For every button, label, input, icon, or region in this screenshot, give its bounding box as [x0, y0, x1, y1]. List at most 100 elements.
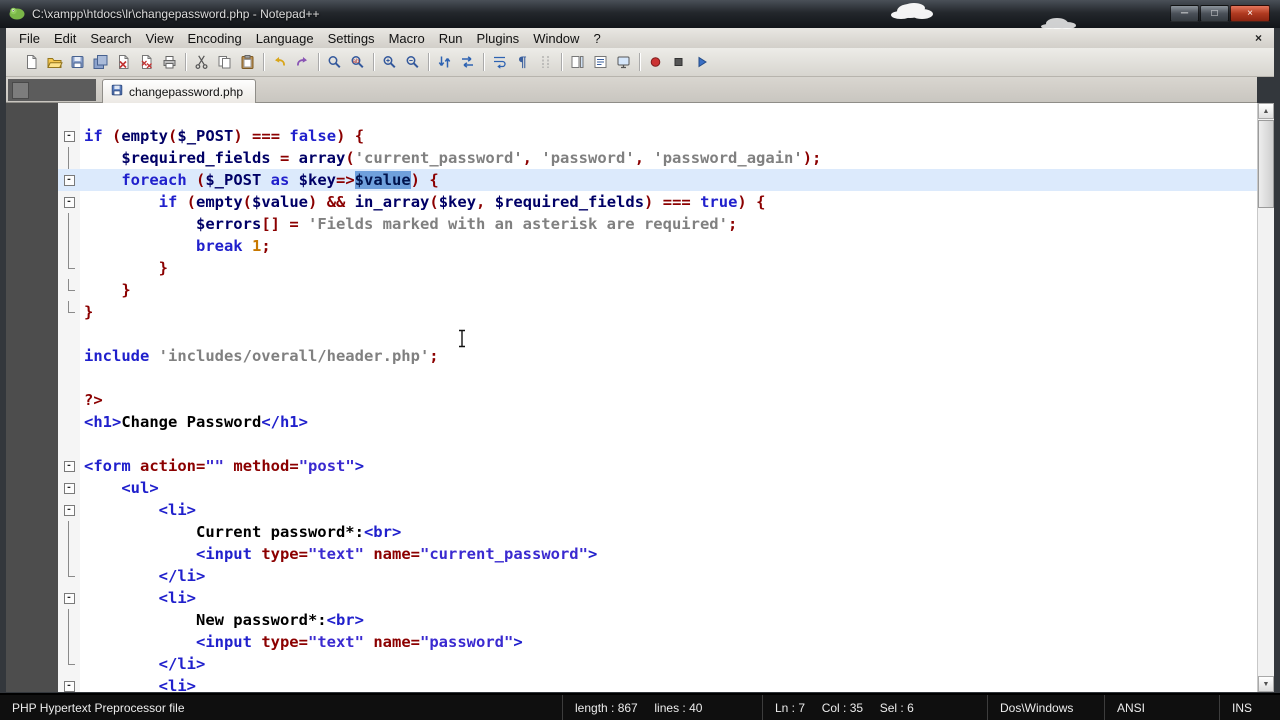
- menu-edit[interactable]: Edit: [47, 30, 83, 47]
- replace-icon[interactable]: ab: [347, 52, 368, 72]
- print-icon[interactable]: [159, 52, 180, 72]
- code-line-8[interactable]: }: [6, 279, 1257, 301]
- menu-help[interactable]: ?: [586, 30, 607, 47]
- save-all-icon[interactable]: [90, 52, 111, 72]
- fold-guide: [58, 147, 80, 169]
- fold-guide: [58, 235, 80, 257]
- indent-guide-icon[interactable]: [535, 52, 556, 72]
- show-all-chars-icon[interactable]: ¶: [512, 52, 533, 72]
- fold-toggle-icon[interactable]: -: [58, 477, 80, 499]
- code-line-7[interactable]: }: [6, 257, 1257, 279]
- status-encoding[interactable]: ANSI: [1104, 695, 1219, 720]
- fold-toggle-icon[interactable]: -: [58, 587, 80, 609]
- code-line-3[interactable]: - foreach ($_POST as $key=>$value) {: [6, 169, 1257, 191]
- tab-changepassword[interactable]: changepassword.php: [102, 79, 257, 103]
- cut-icon[interactable]: [191, 52, 212, 72]
- open-file-icon[interactable]: [44, 52, 65, 72]
- fold-guide: [58, 631, 80, 653]
- menu-run[interactable]: Run: [432, 30, 470, 47]
- code-line-4[interactable]: - if (empty($value) && in_array($key, $r…: [6, 191, 1257, 213]
- code-line-1[interactable]: - if (empty($_POST) === false) {: [6, 125, 1257, 147]
- fold-toggle-icon[interactable]: -: [58, 499, 80, 521]
- fold-toggle-icon[interactable]: -: [58, 169, 80, 191]
- menu-encoding[interactable]: Encoding: [181, 30, 249, 47]
- code-line-9[interactable]: }: [6, 301, 1257, 323]
- code-line-21[interactable]: </li>: [6, 565, 1257, 587]
- code-line-26[interactable]: - <li>: [6, 675, 1257, 692]
- code-line-10[interactable]: [6, 323, 1257, 345]
- status-insert-mode[interactable]: INS: [1219, 695, 1280, 720]
- close-icon[interactable]: [113, 52, 134, 72]
- code-line-22[interactable]: - <li>: [6, 587, 1257, 609]
- menu-file[interactable]: File: [12, 30, 47, 47]
- scrollbar-thumb[interactable]: [1258, 120, 1274, 208]
- paste-icon[interactable]: [237, 52, 258, 72]
- scroll-up-icon[interactable]: ▲: [1258, 103, 1274, 119]
- menu-settings[interactable]: Settings: [321, 30, 382, 47]
- code-line-18[interactable]: - <li>: [6, 499, 1257, 521]
- maximize-button[interactable]: □: [1200, 5, 1229, 22]
- status-cursor-position[interactable]: Ln : 7 Col : 35 Sel : 6: [762, 695, 987, 720]
- fold-guide: [58, 653, 80, 675]
- fold-guide: [58, 345, 80, 367]
- fold-toggle-icon[interactable]: -: [58, 125, 80, 147]
- code-line-17[interactable]: - <ul>: [6, 477, 1257, 499]
- code-line-14[interactable]: <h1>Change Password</h1>: [6, 411, 1257, 433]
- code-line-23[interactable]: New password*:<br>: [6, 609, 1257, 631]
- play-macro-icon[interactable]: [691, 52, 712, 72]
- code-line-6[interactable]: break 1;: [6, 235, 1257, 257]
- zoom-in-icon[interactable]: [379, 52, 400, 72]
- redo-icon[interactable]: [292, 52, 313, 72]
- function-list-icon[interactable]: [590, 52, 611, 72]
- close-document-icon[interactable]: ×: [1251, 31, 1266, 45]
- doc-map-icon[interactable]: [567, 52, 588, 72]
- code-line-13[interactable]: ?>: [6, 389, 1257, 411]
- toolbar-separator: [639, 53, 640, 71]
- editor[interactable]: - if (empty($_POST) === false) { $require…: [6, 103, 1257, 692]
- close-all-icon[interactable]: [136, 52, 157, 72]
- fold-toggle-icon[interactable]: -: [58, 191, 80, 213]
- word-wrap-icon[interactable]: [489, 52, 510, 72]
- close-button[interactable]: ×: [1230, 5, 1270, 22]
- menu-plugins[interactable]: Plugins: [470, 30, 527, 47]
- fold-guide: [58, 565, 80, 587]
- menu-window[interactable]: Window: [526, 30, 586, 47]
- menu-view[interactable]: View: [139, 30, 181, 47]
- code-line-12[interactable]: [6, 367, 1257, 389]
- undo-icon[interactable]: [269, 52, 290, 72]
- code-line-19[interactable]: Current password*:<br>: [6, 521, 1257, 543]
- record-macro-icon[interactable]: [645, 52, 666, 72]
- code-line-24[interactable]: <input type="text" name="password">: [6, 631, 1257, 653]
- code-line-11[interactable]: include 'includes/overall/header.php';: [6, 345, 1257, 367]
- toolbar: ab ¶: [6, 48, 1274, 77]
- svg-text:¶: ¶: [518, 55, 527, 70]
- monitor-icon[interactable]: [613, 52, 634, 72]
- menu-macro[interactable]: Macro: [382, 30, 432, 47]
- code-line-25[interactable]: </li>: [6, 653, 1257, 675]
- fold-toggle-icon[interactable]: -: [58, 675, 80, 692]
- code-line-2[interactable]: $required_fields = array('current_passwo…: [6, 147, 1257, 169]
- vertical-scrollbar[interactable]: ▲ ▼: [1257, 103, 1274, 692]
- new-file-icon[interactable]: [21, 52, 42, 72]
- sync-vertical-icon[interactable]: [434, 52, 455, 72]
- copy-icon[interactable]: [214, 52, 235, 72]
- find-icon[interactable]: [324, 52, 345, 72]
- tab-bar: changepassword.php: [6, 77, 1257, 103]
- stop-macro-icon[interactable]: [668, 52, 689, 72]
- code-line-15[interactable]: [6, 433, 1257, 455]
- save-icon[interactable]: [67, 52, 88, 72]
- fold-toggle-icon[interactable]: -: [58, 455, 80, 477]
- code-line-20[interactable]: <input type="text" name="current_passwor…: [6, 543, 1257, 565]
- code-line-5[interactable]: $errors[] = 'Fields marked with an aster…: [6, 213, 1257, 235]
- menu-language[interactable]: Language: [249, 30, 321, 47]
- menu-search[interactable]: Search: [83, 30, 138, 47]
- selected-text: $value: [354, 171, 411, 189]
- status-eol-format[interactable]: Dos\Windows: [987, 695, 1104, 720]
- minimize-button[interactable]: ─: [1170, 5, 1199, 22]
- zoom-out-icon[interactable]: [402, 52, 423, 72]
- scroll-down-icon[interactable]: ▼: [1258, 676, 1274, 692]
- status-length-lines: length : 867 lines : 40: [562, 695, 762, 720]
- statusbar: PHP Hypertext Preprocessor file length :…: [0, 693, 1280, 720]
- code-line-16[interactable]: - <form action="" method="post">: [6, 455, 1257, 477]
- sync-horizontal-icon[interactable]: [457, 52, 478, 72]
